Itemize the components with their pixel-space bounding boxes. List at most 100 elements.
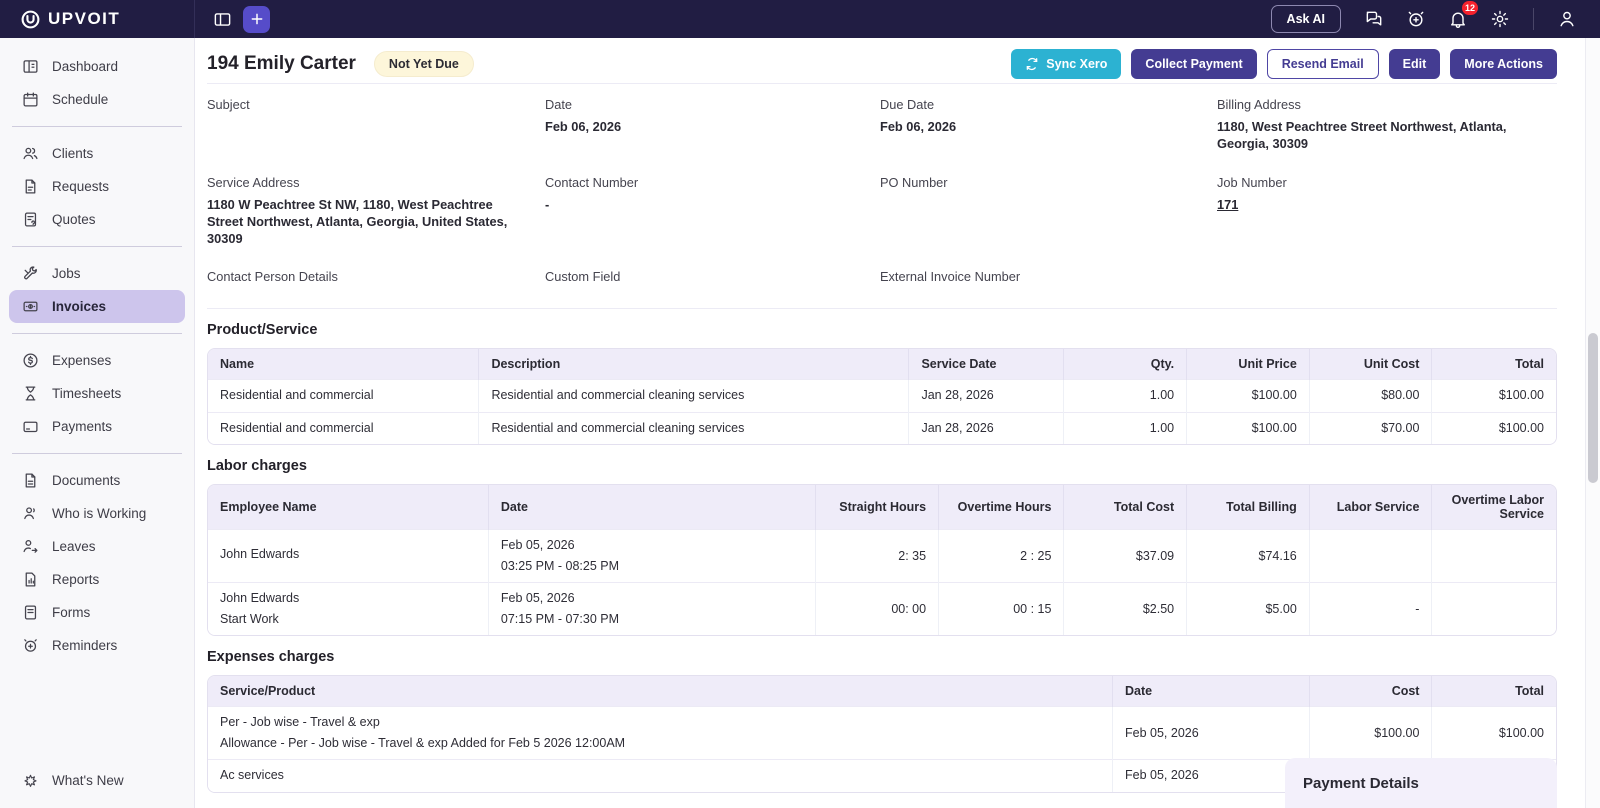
- sidebar-item-invoices[interactable]: Invoices: [9, 290, 185, 323]
- sidebar-item-documents[interactable]: Documents: [9, 464, 185, 497]
- calendar-icon: [22, 91, 39, 108]
- quote-file-icon: [22, 211, 39, 228]
- dollar-circle-icon: [22, 352, 39, 369]
- col-service-product: Service/Product: [208, 676, 1114, 707]
- edit-button[interactable]: Edit: [1388, 48, 1441, 79]
- labor-charges-table: Employee Name Date Straight Hours Overti…: [207, 484, 1557, 637]
- sidebar-item-label: Timesheets: [52, 386, 122, 401]
- sidebar-item-quotes[interactable]: Quotes: [9, 203, 185, 236]
- sidebar-item-label: Expenses: [52, 353, 112, 368]
- more-actions-button[interactable]: More Actions: [1450, 48, 1557, 79]
- labor-charges-title: Labor charges: [207, 458, 307, 475]
- upvoit-logo-icon: [20, 9, 41, 30]
- create-new-button[interactable]: [243, 5, 270, 33]
- col-total: Total: [1431, 676, 1556, 707]
- sidebar-item-label: Reminders: [52, 638, 118, 653]
- sidebar-item-label: Jobs: [52, 266, 81, 281]
- chat-icon[interactable]: [1359, 4, 1389, 34]
- sidebar-item-schedule[interactable]: Schedule: [9, 83, 185, 116]
- col-total-billing: Total Billing: [1186, 485, 1310, 530]
- ask-ai-button[interactable]: Ask AI: [1270, 5, 1341, 33]
- col-description: Description: [478, 349, 910, 380]
- field-empty: [1217, 269, 1557, 306]
- collect-payment-button[interactable]: Collect Payment: [1131, 48, 1257, 79]
- app-logo-text: UPVOIT: [48, 9, 121, 28]
- table-header-row: Name Description Service Date Qty. Unit …: [208, 349, 1556, 380]
- resend-email-button[interactable]: Resend Email: [1266, 48, 1379, 79]
- sidebar-item-expenses[interactable]: Expenses: [9, 344, 185, 377]
- field-job-number: Job Number 171: [1217, 174, 1287, 212]
- sidebar-item-label: Requests: [52, 179, 110, 194]
- sidebar-item-label: Payments: [52, 419, 113, 434]
- sync-xero-button[interactable]: Sync Xero: [1011, 48, 1122, 79]
- sidebar-item-dashboard[interactable]: Dashboard: [9, 50, 185, 83]
- sidebar-item-label: Quotes: [52, 212, 96, 227]
- sidebar-item-label: Clients: [52, 146, 94, 161]
- status-badge: Not Yet Due: [373, 50, 474, 77]
- sidebar-item-label: Forms: [52, 605, 91, 620]
- tools-icon: [22, 265, 39, 282]
- col-date: Date: [488, 485, 817, 530]
- page-title: 194 Emily Carter: [207, 52, 356, 74]
- sidebar-item-who-is-working[interactable]: Who is Working: [9, 497, 185, 530]
- sidebar-item-label: Dashboard: [52, 59, 119, 74]
- settings-gear-icon[interactable]: [1485, 4, 1515, 34]
- vertical-scrollbar: [1585, 38, 1600, 808]
- col-name: Name: [208, 349, 480, 380]
- table-row: Residential and commercial Residential a…: [208, 379, 1556, 413]
- table-header-row: Service/Product Date Cost Total: [208, 676, 1556, 707]
- field-contact-person: Contact Person Details: [207, 269, 338, 285]
- field-custom-field: Custom Field: [545, 269, 621, 285]
- job-number-link[interactable]: 171: [1217, 197, 1238, 212]
- reminder-alarm-icon[interactable]: [1401, 4, 1431, 34]
- form-icon: [22, 604, 39, 621]
- col-total: Total: [1431, 349, 1556, 380]
- user-profile-icon[interactable]: [1552, 4, 1582, 34]
- sidebar-item-payments[interactable]: Payments: [9, 410, 185, 443]
- sidebar-item-label: Leaves: [52, 539, 96, 554]
- sidebar-item-requests[interactable]: Requests: [9, 170, 185, 203]
- table-header-row: Employee Name Date Straight Hours Overti…: [208, 485, 1556, 530]
- payment-details-title: Payment Details: [1303, 775, 1419, 792]
- col-overtime-labor-service: Overtime Labor Service: [1431, 485, 1556, 530]
- product-service-table: Name Description Service Date Qty. Unit …: [207, 348, 1557, 446]
- field-contact-number: Contact Number -: [545, 174, 639, 212]
- payment-details-panel: Payment Details Product/Service Total $2…: [1285, 758, 1557, 808]
- sidebar-item-reminders[interactable]: Reminders: [9, 629, 185, 662]
- field-po-number: PO Number: [880, 174, 948, 190]
- notification-count-badge: 12: [1461, 1, 1478, 15]
- app-logo: UPVOIT: [0, 0, 195, 38]
- sidebar-item-whats-new[interactable]: What's New: [9, 773, 185, 808]
- scrollbar-thumb[interactable]: [1588, 333, 1598, 483]
- sync-xero-label: Sync Xero: [1046, 56, 1108, 71]
- sidebar-item-jobs[interactable]: Jobs: [9, 257, 185, 290]
- sidebar-divider: [12, 126, 182, 127]
- report-chart-icon: [22, 571, 39, 588]
- sidebar-divider: [12, 246, 182, 247]
- table-row: Per - Job wise - Travel & exp Allowance -…: [208, 706, 1556, 760]
- sidebar-toggle-icon[interactable]: [207, 4, 237, 34]
- col-employee-name: Employee Name: [208, 485, 489, 530]
- expenses-charges-title: Expenses charges: [207, 649, 335, 666]
- col-service-date: Service Date: [908, 349, 1065, 380]
- sidebar-item-timesheets[interactable]: Timesheets: [9, 377, 185, 410]
- sidebar-item-leaves[interactable]: Leaves: [9, 530, 185, 563]
- table-row: John Edwards Start Work Feb 05, 2026 07:15…: [208, 582, 1556, 636]
- working-person-icon: [22, 505, 39, 522]
- col-cost: Cost: [1309, 676, 1433, 707]
- sidebar-item-clients[interactable]: Clients: [9, 137, 185, 170]
- sidebar-item-forms[interactable]: Forms: [9, 596, 185, 629]
- notifications-bell-icon[interactable]: 12: [1443, 1, 1478, 34]
- sidebar-item-reports[interactable]: Reports: [9, 563, 185, 596]
- payment-card-icon: [22, 418, 39, 435]
- col-qty: Qty.: [1063, 349, 1188, 380]
- field-billing-address: Billing Address 1180, West Peachtree Stre…: [1217, 97, 1507, 152]
- col-overtime-hours: Overtime Hours: [938, 485, 1065, 530]
- table-row: John Edwards Feb 05, 2026 03:25 PM - 08:2…: [208, 529, 1556, 583]
- field-external-invoice: External Invoice Number: [880, 269, 1021, 285]
- document-icon: [22, 472, 39, 489]
- sidebar-item-label: What's New: [52, 773, 124, 788]
- section-divider: [207, 308, 1557, 310]
- sidebar-item-label: Schedule: [52, 92, 109, 107]
- col-labor-service: Labor Service: [1309, 485, 1433, 530]
